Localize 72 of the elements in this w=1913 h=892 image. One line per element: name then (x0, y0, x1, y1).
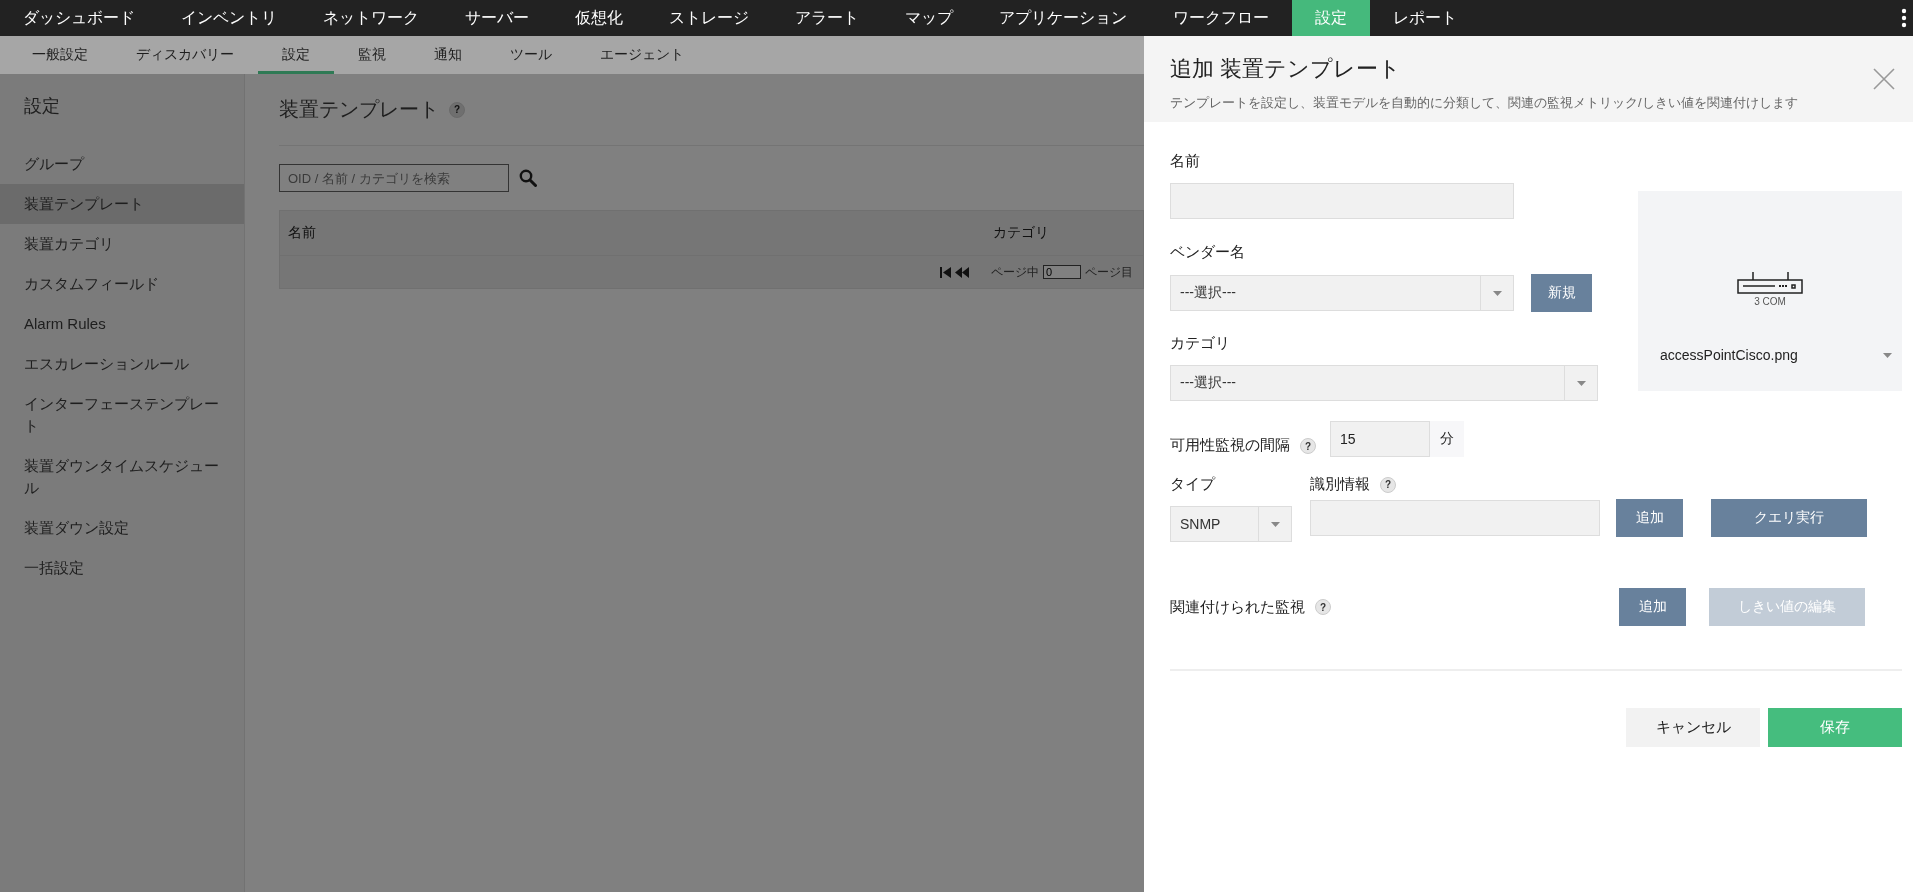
field-label: 可用性監視の間隔 (1170, 435, 1290, 455)
help-icon[interactable]: ? (449, 101, 465, 118)
sidebar-item[interactable]: カスタムフィールド (0, 264, 244, 304)
pager-label: ページ目 (1085, 263, 1133, 281)
nav-tab[interactable]: レポート (1370, 0, 1480, 36)
dropdown-arrow-icon (1492, 290, 1502, 296)
column-header: 名前 (287, 224, 317, 242)
nav-tab[interactable]: サーバー (442, 0, 552, 36)
search-icon[interactable] (519, 169, 537, 187)
panel-subtitle: テンプレートを設定し、装置モデルを自動的に分類して、関連の監視メトリック/しきい値を関連付けします (1170, 94, 1799, 112)
pager-label: ページ中 (991, 263, 1039, 281)
category-dropdown[interactable]: ---選択--- (1170, 365, 1598, 401)
name-field[interactable] (1170, 183, 1514, 219)
nav-tab[interactable]: マップ (882, 0, 976, 36)
router-icon (1737, 271, 1803, 295)
field-label: カテゴリ (1170, 334, 1231, 353)
interval-field[interactable]: 15 (1330, 421, 1430, 457)
vendor-dropdown[interactable]: ---選択--- (1170, 275, 1514, 311)
help-icon[interactable]: ? (1380, 476, 1396, 493)
cancel-button[interactable]: キャンセル (1626, 708, 1760, 747)
field-label: 名前 (1170, 152, 1201, 171)
help-icon[interactable]: ? (1315, 599, 1331, 615)
column-header: カテゴリ (993, 224, 1050, 242)
page-title: 装置テンプレート (279, 97, 439, 122)
search-field[interactable]: OID / 名前 / カテゴリを検索 (279, 164, 509, 192)
sidebar-item[interactable]: Alarm Rules (0, 304, 244, 344)
field-label: 関連付けられた監視 (1170, 597, 1305, 617)
field-label: タイプ (1170, 475, 1217, 494)
sub-nav-tab[interactable]: 監視 (334, 39, 410, 74)
nav-tab[interactable]: 仮想化 (552, 0, 646, 36)
nav-tab[interactable]: ワークフロー (1150, 0, 1292, 36)
sidebar-item[interactable]: 装置ダウン設定 (0, 508, 244, 548)
sub-nav-tab[interactable]: ディスカバリー (112, 39, 258, 74)
action-button[interactable]: 追加 (1619, 588, 1686, 626)
sub-nav-tab[interactable]: 一般設定 (8, 39, 112, 74)
previous-page-icon[interactable] (955, 266, 969, 278)
sub-nav-tab[interactable]: ツール (486, 39, 576, 74)
sidebar-title: 設定 (23, 95, 61, 118)
first-page-icon[interactable] (940, 266, 951, 278)
sidebar-item[interactable]: インターフェーステンプレート (0, 384, 244, 446)
device-caption: 3 COM (1754, 296, 1786, 307)
action-button[interactable]: 追加 (1616, 499, 1683, 537)
nav-tab[interactable]: アプリケーション (976, 0, 1150, 36)
sidebar-item[interactable]: 装置ダウンタイムスケジュール (0, 446, 244, 508)
sub-nav-tab[interactable]: エージェント (576, 39, 708, 74)
field-label: ベンダー名 (1170, 243, 1246, 262)
sidebar-item[interactable]: 一括設定 (0, 548, 244, 588)
new-button[interactable]: 新規 (1531, 274, 1592, 312)
nav-tab[interactable]: インベントリ (158, 0, 300, 36)
sub-nav-tab[interactable]: 設定 (258, 39, 334, 74)
panel-title: 追加 装置テンプレート (1170, 55, 1402, 83)
sidebar-item[interactable]: エスカレーションルール (0, 344, 244, 384)
sub-nav-tab[interactable]: 通知 (410, 39, 486, 74)
sidebar-item[interactable]: グループ (0, 144, 244, 184)
action-button[interactable]: クエリ実行 (1711, 499, 1867, 537)
dropdown-arrow-icon (1576, 380, 1586, 386)
dropdown-arrow-icon (1883, 352, 1892, 358)
nav-tab[interactable]: ネットワーク (300, 0, 442, 36)
type-dropdown[interactable]: SNMP (1170, 506, 1292, 542)
close-icon[interactable] (1873, 68, 1895, 90)
more-menu-icon[interactable] (1901, 8, 1907, 28)
nav-tab[interactable]: ダッシュボード (0, 0, 158, 36)
identification-field[interactable] (1310, 500, 1600, 536)
unit-label: 分 (1430, 421, 1464, 457)
help-icon[interactable]: ? (1300, 438, 1316, 455)
image-dropdown[interactable]: accessPointCisco.png (1638, 347, 1902, 363)
dropdown-arrow-icon (1270, 521, 1280, 527)
page-number-field[interactable]: 0 (1043, 265, 1081, 279)
nav-tab[interactable]: アラート (772, 0, 882, 36)
field-label: 識別情報 (1310, 475, 1370, 494)
nav-tab[interactable]: ストレージ (646, 0, 772, 36)
sidebar-item[interactable]: 装置カテゴリ (0, 224, 244, 264)
